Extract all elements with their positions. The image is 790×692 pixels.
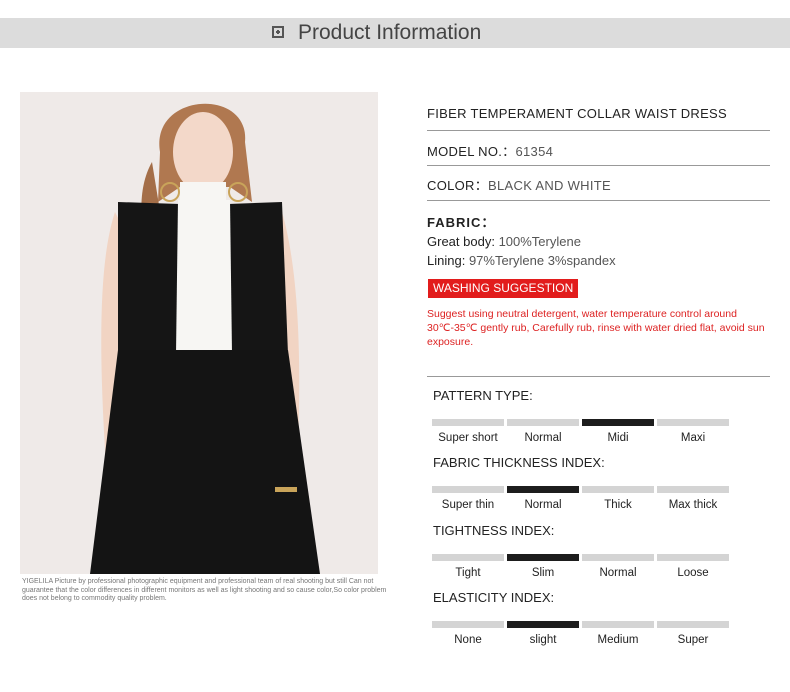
lining-label: Lining:	[427, 253, 466, 268]
index-scale	[432, 621, 732, 629]
index-bar	[657, 554, 729, 561]
section-header: Product Information	[0, 18, 790, 48]
model-label: MODEL NO.：	[427, 144, 516, 159]
index-bar-selected	[507, 486, 579, 493]
index-option-label: Normal	[524, 432, 562, 444]
index-option-label: Medium	[597, 634, 639, 646]
index-scale	[432, 486, 732, 494]
index-option-label: None	[454, 634, 482, 646]
index-bar	[507, 419, 579, 426]
fabric-label: FABRIC：	[427, 215, 496, 230]
index-option-label: Max thick	[668, 499, 718, 511]
great-body-label: Great body:	[427, 234, 495, 249]
product-photo	[20, 92, 378, 574]
index-bar-selected	[582, 419, 654, 426]
lining-value: 97%Terylene 3%spandex	[468, 253, 616, 268]
index-bar-selected	[507, 554, 579, 561]
divider	[427, 376, 770, 377]
color-row: COLOR：BLACK AND WHITE	[427, 175, 770, 201]
product-name-row: FIBER TEMPERAMENT COLLAR WAIST DRESS	[427, 106, 770, 131]
index-bar	[657, 419, 729, 426]
index-option-label: Loose	[677, 567, 709, 579]
index-bar	[582, 621, 654, 628]
index-title: ELASTICITY INDEX:	[433, 590, 555, 605]
index-bar	[432, 554, 504, 561]
color-value: BLACK AND WHITE	[488, 178, 611, 193]
index-title: FABRIC THICKNESS INDEX:	[433, 455, 605, 470]
index-bar	[432, 621, 504, 628]
index-option-label: Super thin	[441, 499, 495, 511]
plus-square-icon	[272, 26, 284, 38]
index-title: PATTERN TYPE:	[433, 388, 533, 403]
photo-caption: YIGELILA Picture by professional photogr…	[22, 578, 387, 602]
product-name: FIBER TEMPERAMENT COLLAR WAIST DRESS	[427, 106, 727, 121]
index-option-label: Super short	[438, 432, 498, 444]
index-scale	[432, 419, 732, 427]
index-bar-selected	[507, 621, 579, 628]
index-option-label: Thick	[604, 499, 632, 511]
index-option-label: Slim	[531, 567, 555, 579]
washing-suggestion-badge: WASHING SUGGESTION	[428, 279, 579, 298]
fabric-block: FABRIC： Great body: 100%Terylene Lining:…	[427, 213, 616, 270]
great-body-value: 100%Terylene	[498, 234, 581, 249]
index-scale	[432, 554, 732, 562]
index-option-label: Normal	[599, 567, 637, 579]
section-title: Product Information	[298, 21, 482, 44]
index-bar	[432, 486, 504, 493]
index-bar	[657, 621, 729, 628]
index-option-label: Tight	[455, 567, 481, 579]
index-option-label: Normal	[524, 499, 562, 511]
index-bar	[432, 419, 504, 426]
model-row: MODEL NO.：61354	[427, 141, 770, 166]
index-option-label: Maxi	[680, 432, 706, 444]
washing-suggestion-text: Suggest using neutral detergent, water t…	[427, 308, 765, 348]
index-option-label: Midi	[607, 432, 629, 444]
model-value: 61354	[515, 144, 554, 159]
index-option-label: Super	[677, 634, 709, 646]
index-title: TIGHTNESS INDEX:	[433, 523, 555, 538]
index-bar	[657, 486, 729, 493]
color-label: COLOR：	[427, 178, 489, 193]
index-bar	[582, 554, 654, 561]
index-option-label: slight	[529, 634, 557, 646]
index-bar	[582, 486, 654, 493]
